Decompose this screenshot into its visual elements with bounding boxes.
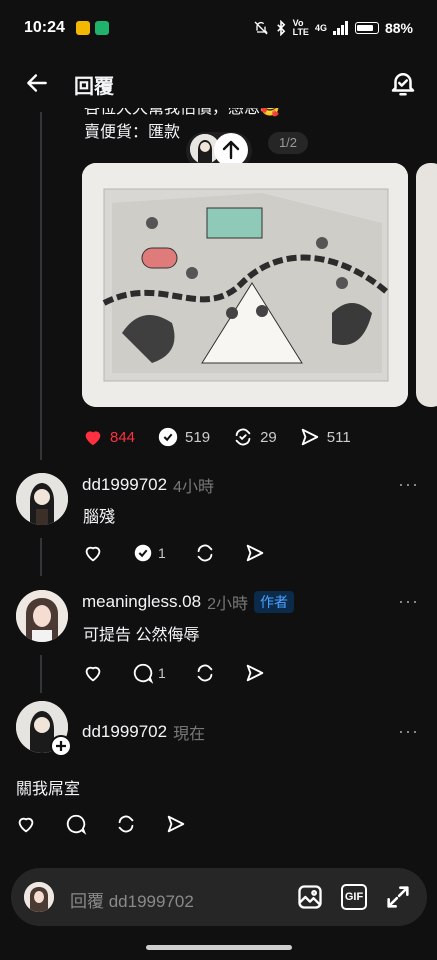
heart-filled-icon <box>85 431 101 446</box>
comment-count: 519 <box>185 428 211 446</box>
signal-icon <box>332 21 348 35</box>
like-button[interactable]: 844 <box>82 426 135 448</box>
notification-bell-icon[interactable] <box>388 68 418 98</box>
bluetooth-icon <box>276 20 285 36</box>
avatar[interactable] <box>16 590 68 642</box>
notification-app-icon <box>76 21 90 35</box>
comment-bubble-icon[interactable] <box>65 813 87 835</box>
repost-count: 29 <box>260 428 277 446</box>
status-bar: 10:24 Vo LTE 4G 88% <box>0 0 437 58</box>
post-image[interactable] <box>82 163 408 407</box>
scroll-to-top-button[interactable] <box>214 133 248 167</box>
notification-app-icon <box>95 21 109 35</box>
send-icon <box>301 428 318 446</box>
comment-check-icon <box>158 427 178 447</box>
top-app-bar: 回覆 <box>0 58 437 110</box>
username[interactable]: dd1999702 <box>82 475 167 495</box>
heart-icon[interactable] <box>82 662 104 684</box>
post-stats: 844 519 29 511 <box>82 426 351 448</box>
comment-actions: 1 <box>82 542 266 564</box>
heart-icon[interactable] <box>82 542 104 564</box>
comment-button[interactable]: 1 <box>132 662 166 684</box>
username[interactable]: meaningless.08 <box>82 592 201 612</box>
share-count: 511 <box>326 428 351 446</box>
comment-check-icon <box>134 544 152 562</box>
comment-actions: 1 <box>82 662 266 684</box>
comment-header: meaningless.08 2小時 作者 <box>82 590 294 614</box>
image-picker-icon[interactable] <box>296 883 324 911</box>
timestamp: 4小時 <box>173 479 214 496</box>
next-post-image[interactable] <box>416 163 437 407</box>
timestamp: 現在 <box>173 726 206 743</box>
like-count: 844 <box>110 428 136 446</box>
repost-icon[interactable] <box>115 813 137 835</box>
page-title: 回覆 <box>74 76 114 98</box>
comment-text: 可提告 公然侮辱 <box>83 627 200 644</box>
mute-icon <box>254 21 268 35</box>
status-right: Vo LTE 4G 88% <box>253 19 413 37</box>
share-button[interactable]: 511 <box>299 426 351 448</box>
image-page-indicator: 1/2 <box>268 132 308 154</box>
author-badge: 作者 <box>253 591 294 613</box>
follow-plus-button[interactable] <box>50 735 72 757</box>
thread-line <box>40 655 42 693</box>
comment-actions <box>15 813 187 835</box>
heart-icon[interactable] <box>15 813 37 835</box>
repost-button[interactable]: 29 <box>232 426 277 448</box>
avatar <box>24 882 54 912</box>
thread-line <box>40 112 42 460</box>
gif-icon[interactable]: GIF <box>341 884 367 910</box>
battery-level: 88% <box>384 20 413 36</box>
back-arrow-icon[interactable] <box>24 70 50 96</box>
battery-icon <box>354 22 379 34</box>
post-text-line: 各位大大幫我估價，感恩🥰 <box>84 108 280 117</box>
repost-check-icon <box>235 428 251 446</box>
comment-count: 1 <box>158 665 166 681</box>
thread-line <box>40 538 42 576</box>
status-time: 10:24 <box>24 19 65 36</box>
plus-icon <box>56 741 66 751</box>
expand-icon[interactable] <box>384 883 412 911</box>
arrow-up-icon <box>222 140 240 160</box>
more-options-button[interactable]: ··· <box>398 474 419 495</box>
reply-input[interactable]: 回覆 dd1999702 <box>70 887 194 912</box>
original-post-text: 各位大大幫我估價，感恩🥰 賣便貨：匯款 <box>84 108 280 145</box>
comment-header: dd1999702 4小時 <box>82 473 214 497</box>
more-options-button[interactable]: ··· <box>398 591 419 612</box>
repost-icon[interactable] <box>194 662 216 684</box>
comment-count: 1 <box>158 545 166 561</box>
timestamp: 2小時 <box>207 596 248 613</box>
network-type: 4G <box>314 23 327 33</box>
post-text-line: 賣便貨：匯款 <box>84 124 181 141</box>
username[interactable]: dd1999702 <box>82 722 167 742</box>
comment-text: 關我屌室 <box>16 781 81 798</box>
avatar[interactable] <box>16 473 68 525</box>
comment-bubble-icon <box>133 663 154 684</box>
comment-header: dd1999702 現在 <box>82 720 205 744</box>
comment-text: 腦殘 <box>83 509 116 526</box>
send-icon[interactable] <box>244 662 266 684</box>
repost-icon[interactable] <box>194 542 216 564</box>
comment-button[interactable]: 1 <box>132 542 166 564</box>
comment-button[interactable]: 519 <box>157 426 210 448</box>
volte-icon: Vo LTE <box>292 18 309 37</box>
home-indicator[interactable] <box>146 945 292 950</box>
more-options-button[interactable]: ··· <box>398 721 419 742</box>
send-icon[interactable] <box>165 813 187 835</box>
send-icon[interactable] <box>244 542 266 564</box>
